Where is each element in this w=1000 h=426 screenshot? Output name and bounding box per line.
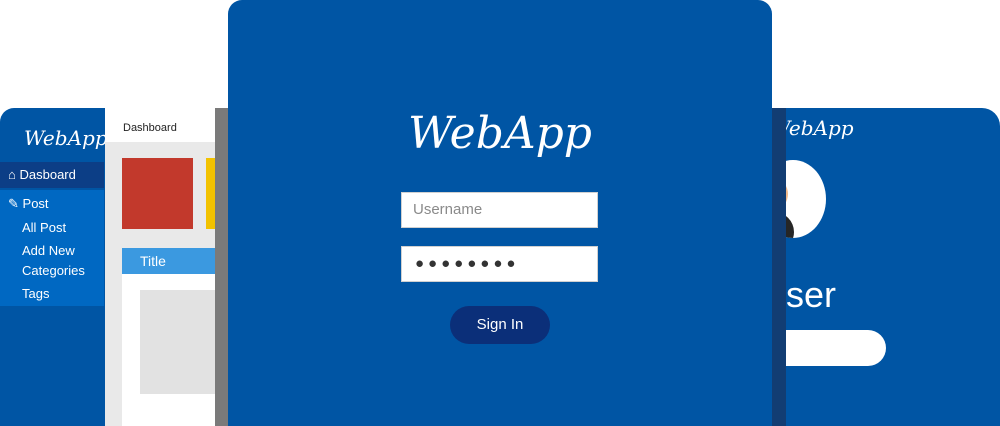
username-field[interactable]: Username: [401, 192, 598, 228]
login-card: WebApp Username ●●●●●●●● Sign In: [228, 0, 772, 426]
dashboard-logo: WebApp: [24, 126, 108, 150]
page-title: Dashboard: [123, 122, 177, 134]
title-bar: Title: [122, 248, 230, 274]
password-field[interactable]: ●●●●●●●●: [401, 246, 598, 282]
username-placeholder: Username: [413, 201, 483, 218]
left-panel-shadow: [215, 108, 229, 426]
sidebar-item-label: Post: [22, 196, 49, 211]
sidebar-item-label: Dasboard: [19, 167, 76, 182]
home-icon: ⌂: [8, 167, 16, 182]
pin-icon: ✎: [8, 196, 19, 211]
dashboard-main: Dashboard Title: [105, 108, 230, 426]
red-stat-card: [122, 158, 193, 229]
dashboard-preview: WebApp ⌂ Dasboard ✎ Post All Post Add Ne…: [0, 108, 230, 426]
profile-input[interactable]: [770, 330, 886, 366]
sidebar-item-dashboard[interactable]: ⌂ Dasboard: [0, 162, 104, 188]
login-logo: WebApp: [408, 108, 592, 159]
password-dots: ●●●●●●●●: [415, 255, 520, 272]
sidebar-item-post[interactable]: ✎ Post: [0, 196, 104, 212]
sign-in-button[interactable]: Sign In: [450, 306, 550, 344]
profile-preview: WebApp User: [770, 108, 1000, 426]
right-panel-shadow: [770, 108, 786, 426]
